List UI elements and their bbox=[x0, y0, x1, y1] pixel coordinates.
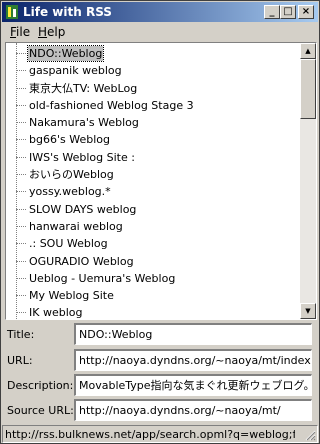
menu-help-rest: elp bbox=[47, 25, 66, 39]
tree-branch-line bbox=[16, 87, 26, 89]
tree-branch-line bbox=[16, 70, 26, 72]
feed-title: NDO::Weblog bbox=[26, 45, 105, 62]
up-arrow-icon: ▲ bbox=[305, 47, 311, 55]
tree-branch-line bbox=[16, 225, 26, 227]
maximize-icon: □ bbox=[283, 6, 293, 17]
description-field[interactable]: MovableType指向な気まぐれ更新ウェブログ。Espe bbox=[74, 374, 312, 396]
feed-list-item[interactable]: Nakamura's Weblog bbox=[6, 114, 302, 131]
feed-title: hanwarai weblog bbox=[29, 219, 123, 233]
down-arrow-icon: ▼ bbox=[305, 307, 311, 315]
resize-grip-icon[interactable] bbox=[304, 429, 316, 441]
app-icon bbox=[6, 5, 18, 19]
tree-branch-line bbox=[16, 208, 26, 210]
tree-branch-line bbox=[16, 260, 26, 262]
feed-title: Nakamura's Weblog bbox=[29, 116, 139, 130]
feed-list-item[interactable]: .: SOU Weblog bbox=[6, 235, 302, 252]
feed-list-item[interactable]: 東京大仏TV: WebLog bbox=[6, 80, 302, 97]
window-title: Life with RSS bbox=[23, 5, 112, 19]
minimize-button[interactable]: _ bbox=[264, 5, 280, 19]
feed-title: OGURADIO Weblog bbox=[29, 254, 134, 268]
tree-branch-line bbox=[16, 277, 26, 279]
title-label: Title: bbox=[7, 328, 35, 341]
close-button[interactable]: × bbox=[298, 5, 314, 19]
tree-branch-line bbox=[16, 295, 26, 297]
menu-bar: File Help bbox=[2, 23, 318, 41]
feed-title: gaspanik weblog bbox=[29, 64, 122, 78]
feed-list-item[interactable]: IWS's Weblog Site : bbox=[6, 149, 302, 166]
minimize-icon: _ bbox=[269, 6, 275, 17]
tree-branch-line bbox=[16, 156, 26, 158]
tree-branch-line bbox=[16, 312, 26, 314]
feed-title: My Weblog Site bbox=[29, 289, 114, 303]
feed-title: yossy.weblog.* bbox=[29, 185, 111, 199]
tree-branch-line bbox=[16, 139, 26, 141]
feed-list-items: NDO::Webloggaspanik weblog東京大仏TV: WebLog… bbox=[6, 45, 302, 320]
scroll-down-button[interactable]: ▼ bbox=[300, 303, 316, 319]
menu-file[interactable]: File bbox=[10, 25, 30, 39]
status-text: http://rss.bulknews.net/app/search.opml?… bbox=[5, 428, 295, 441]
title-field[interactable]: NDO::Weblog bbox=[74, 323, 312, 345]
feed-list-item[interactable]: IK weblog bbox=[6, 304, 302, 320]
description-label: Description: bbox=[7, 379, 74, 392]
feed-list-item[interactable]: Ueblog - Uemura's Weblog bbox=[6, 270, 302, 287]
feed-title: Ueblog - Uemura's Weblog bbox=[29, 271, 176, 285]
close-icon: × bbox=[301, 6, 311, 17]
source-url-label: Source URL: bbox=[7, 404, 74, 417]
feed-list-item[interactable]: OGURADIO Weblog bbox=[6, 253, 302, 270]
feed-list[interactable]: NDO::Webloggaspanik weblog東京大仏TV: WebLog… bbox=[5, 42, 317, 320]
url-label: URL: bbox=[7, 354, 33, 367]
feed-title: bg66's Weblog bbox=[29, 133, 110, 147]
menu-file-rest: ile bbox=[16, 25, 31, 39]
feed-list-item[interactable]: yossy.weblog.* bbox=[6, 183, 302, 200]
tree-branch-line bbox=[16, 243, 26, 245]
feed-list-item[interactable]: hanwarai weblog bbox=[6, 218, 302, 235]
tree-branch-line bbox=[16, 53, 26, 54]
url-field[interactable]: http://naoya.dyndns.org/~naoya/mt/index.… bbox=[74, 349, 312, 371]
menu-help[interactable]: Help bbox=[38, 25, 65, 39]
feed-title: .: SOU Weblog bbox=[29, 237, 108, 251]
scroll-up-button[interactable]: ▲ bbox=[300, 43, 316, 59]
vertical-scrollbar[interactable]: ▲ ▼ bbox=[300, 43, 316, 319]
feed-title: IWS's Weblog Site : bbox=[29, 150, 135, 164]
scroll-thumb[interactable] bbox=[300, 59, 316, 119]
feed-title: old-fashioned Weblog Stage 3 bbox=[29, 98, 194, 112]
feed-list-item[interactable]: gaspanik weblog bbox=[6, 62, 302, 79]
feed-list-item[interactable]: bg66's Weblog bbox=[6, 131, 302, 148]
menu-help-mnemonic: H bbox=[38, 25, 48, 39]
feed-list-item[interactable]: おいらのWeblog bbox=[6, 166, 302, 183]
feed-list-item[interactable]: old-fashioned Weblog Stage 3 bbox=[6, 97, 302, 114]
status-bar: http://rss.bulknews.net/app/search.opml?… bbox=[2, 425, 318, 443]
tree-branch-line bbox=[16, 122, 26, 124]
tree-branch-line bbox=[16, 191, 26, 193]
feed-list-item[interactable]: My Weblog Site bbox=[6, 287, 302, 304]
main-window: Life with RSS _ □ × File Help NDO::Weblo… bbox=[0, 0, 320, 444]
feed-title: 東京大仏TV: WebLog bbox=[29, 81, 138, 95]
feed-title: SLOW DAYS weblog bbox=[29, 202, 137, 216]
feed-list-item[interactable]: NDO::Weblog bbox=[6, 45, 302, 62]
feed-title: おいらのWeblog bbox=[29, 168, 114, 182]
feed-title: IK weblog bbox=[29, 306, 83, 320]
source-url-field[interactable]: http://naoya.dyndns.org/~naoya/mt/ bbox=[74, 399, 312, 421]
maximize-button[interactable]: □ bbox=[280, 5, 296, 19]
tree-branch-line bbox=[16, 174, 26, 176]
title-bar[interactable]: Life with RSS _ □ × bbox=[2, 2, 318, 22]
tree-branch-line bbox=[16, 104, 26, 106]
feed-list-item[interactable]: SLOW DAYS weblog bbox=[6, 201, 302, 218]
